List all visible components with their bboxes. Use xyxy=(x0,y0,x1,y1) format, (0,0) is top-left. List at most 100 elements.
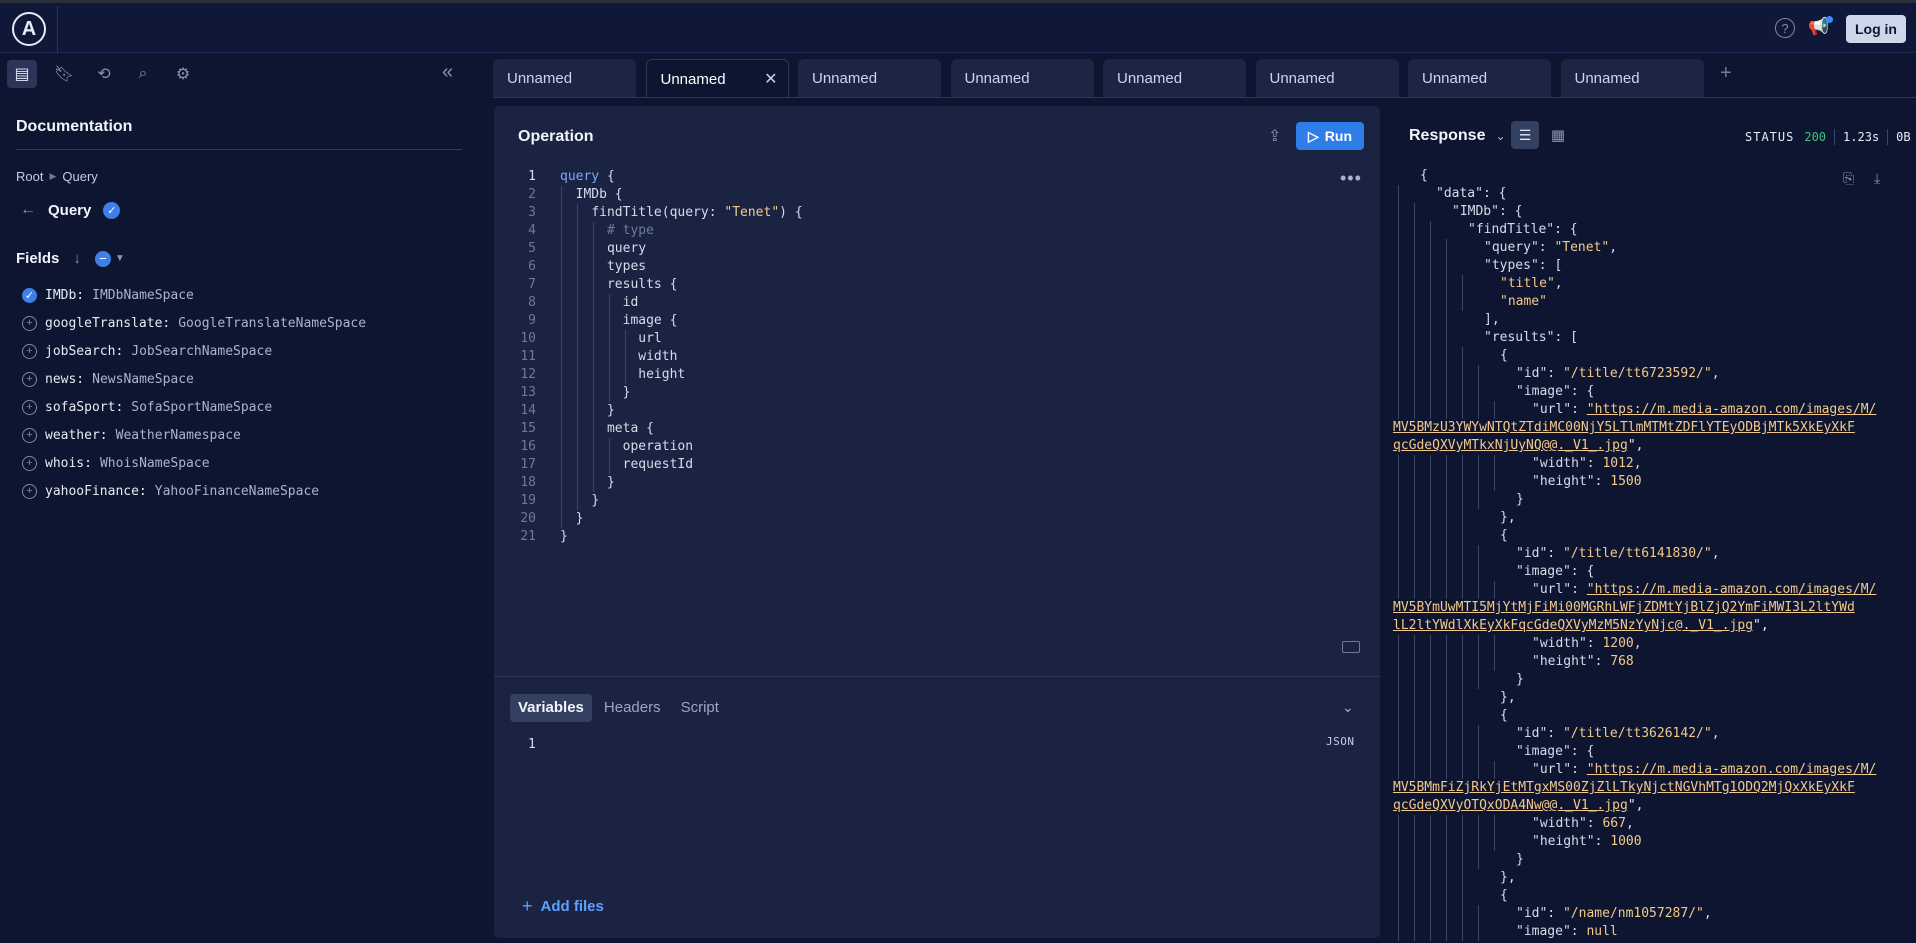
field-item[interactable]: + jobSearch: JobSearchNameSpace xyxy=(22,337,366,365)
tab-unnamed[interactable]: Unnamed xyxy=(1255,59,1399,97)
apollo-logo[interactable]: A xyxy=(12,12,46,46)
image-url-link[interactable]: "https://m.media-amazon.com/images/M/ xyxy=(1587,762,1877,777)
search-icon[interactable]: ⌕ xyxy=(128,60,158,88)
image-url-link[interactable]: lL2ltYWdlXkEyXkFqcGdeQXVyMzM5NzYyNjc@._V… xyxy=(1393,618,1753,633)
tab-unnamed[interactable]: Unnamed ✕ xyxy=(645,59,789,97)
help-icon[interactable]: ? xyxy=(1775,18,1795,38)
image-url-link[interactable]: MV5BMmFiZjRkYjEtMTgxMS00ZjZlLTkyNjctNGVh… xyxy=(1393,780,1855,795)
line-number: 3 xyxy=(528,205,536,220)
image-url-link[interactable]: "https://m.media-amazon.com/images/M/ xyxy=(1587,402,1877,417)
field-item[interactable]: + news: NewsNameSpace xyxy=(22,365,366,393)
tab-unnamed[interactable]: Unnamed xyxy=(1103,59,1246,97)
doc-title: Documentation xyxy=(16,118,133,135)
line-number: 17 xyxy=(520,457,536,472)
breadcrumb-root[interactable]: Root xyxy=(16,169,43,184)
check-icon[interactable]: ✓ xyxy=(103,201,121,219)
indent-guide xyxy=(1478,743,1479,761)
bookmark-icon[interactable]: 🔖︎ xyxy=(49,60,79,88)
image-url-link[interactable]: qcGdeQXVyOTQxODA4Nw@@._V1_.jpg xyxy=(1393,798,1628,813)
add-tab-icon[interactable]: + xyxy=(1720,62,1732,85)
tab-headers[interactable]: Headers xyxy=(596,694,669,722)
fields-select-toggle[interactable]: − ▼ xyxy=(94,250,125,267)
add-files-button[interactable]: + Add files xyxy=(522,896,604,917)
history-icon[interactable]: ⟲ xyxy=(89,60,119,88)
check-icon[interactable]: ✓ xyxy=(22,287,37,303)
variables-editor[interactable]: 1 xyxy=(528,737,536,752)
indent-guide xyxy=(1430,383,1431,401)
tab-label: Unnamed xyxy=(1422,70,1488,87)
indent-guide xyxy=(1398,401,1399,419)
tab-unnamed[interactable]: Unnamed xyxy=(493,59,636,97)
indent-guide xyxy=(1414,851,1415,869)
indent-guide xyxy=(1462,491,1463,509)
field-name: googleTranslate: xyxy=(45,315,171,331)
field-type[interactable]: WhoisNameSpace xyxy=(100,456,210,471)
close-icon[interactable]: ✕ xyxy=(764,69,777,89)
share-icon[interactable]: ⇪ xyxy=(1268,126,1281,146)
indent-guide xyxy=(1430,329,1431,347)
plus-circle-icon[interactable]: + xyxy=(22,343,37,359)
tab-unnamed[interactable]: Unnamed xyxy=(798,59,941,97)
tab-unnamed[interactable]: Unnamed xyxy=(950,59,1094,97)
json-line: "url": "https://m.media-amazon.com/image… xyxy=(1398,401,1900,419)
indent-guide xyxy=(1462,527,1463,545)
run-button[interactable]: ▷ Run xyxy=(1296,122,1364,150)
json-view-icon[interactable]: ☰ xyxy=(1511,121,1539,149)
image-url-link[interactable]: "https://m.media-amazon.com/images/M/ xyxy=(1587,582,1877,597)
indent-guide xyxy=(1462,545,1463,563)
indent-guide xyxy=(1430,365,1431,383)
field-item[interactable]: + googleTranslate: GoogleTranslateNameSpac… xyxy=(22,309,366,337)
tab-variables[interactable]: Variables xyxy=(510,694,592,722)
field-type[interactable]: IMDbNameSpace xyxy=(92,288,194,303)
json-key: }, xyxy=(1500,510,1516,525)
plus-circle-icon[interactable]: + xyxy=(22,371,37,387)
field-type[interactable]: GoogleTranslateNameSpace xyxy=(178,316,366,331)
back-arrow-icon[interactable]: ← xyxy=(20,201,36,219)
tab-unnamed[interactable]: Unnamed xyxy=(1560,59,1704,97)
indent-guide xyxy=(1414,869,1415,887)
image-url-link[interactable]: MV5BYmUwMTI5MjYtMjFiMi00MGRhLWFjZDMtYjBl… xyxy=(1393,600,1855,615)
sort-arrow-icon[interactable]: ↓ xyxy=(73,250,81,267)
image-url-link[interactable]: MV5BMzU3YWYwNTQtZTdiMC00NjY5LTlmMTMtZDFl… xyxy=(1393,420,1855,435)
field-item[interactable]: + whois: WhoisNameSpace xyxy=(22,449,366,477)
chevron-collapse-icon[interactable]: ⌄ xyxy=(1342,699,1354,716)
indent-guide xyxy=(1414,671,1415,689)
field-type[interactable]: YahooFinanceNameSpace xyxy=(155,484,319,499)
field-type[interactable]: SofaSportNameSpace xyxy=(131,400,272,415)
field-type[interactable]: JobSearchNameSpace xyxy=(131,344,272,359)
indent-guide xyxy=(1398,653,1399,671)
line-number: 15 xyxy=(520,421,536,436)
field-item[interactable]: ✓ IMDb: IMDbNameSpace xyxy=(22,281,366,309)
indent-guide xyxy=(1478,833,1479,851)
plus-circle-icon[interactable]: + xyxy=(22,427,37,443)
gear-icon[interactable]: ⚙ xyxy=(168,60,198,88)
indent-guide xyxy=(1462,923,1463,941)
plus-circle-icon[interactable]: + xyxy=(22,483,37,499)
plus-circle-icon[interactable]: + xyxy=(22,455,37,471)
code-text: id xyxy=(622,295,639,310)
field-item[interactable]: + yahooFinance: YahooFinanceNameSpace xyxy=(22,477,366,505)
field-item[interactable]: + weather: WeatherNamespace xyxy=(22,421,366,449)
code-text: query { xyxy=(560,169,615,184)
breadcrumb-query[interactable]: Query xyxy=(62,169,97,184)
table-view-icon[interactable]: ▦ xyxy=(1546,123,1570,147)
response-title-dropdown[interactable]: Response ⌄ xyxy=(1409,127,1506,145)
tab-script[interactable]: Script xyxy=(673,694,727,722)
field-item[interactable]: + sofaSport: SofaSportNameSpace xyxy=(22,393,366,421)
operation-editor[interactable]: 1 query {2 IMDb {3 findTitle(query: "Tene… xyxy=(494,168,1374,546)
json-line: } xyxy=(1398,491,1900,509)
json-line: "query": "Tenet", xyxy=(1398,239,1900,257)
indent-guide xyxy=(1494,581,1495,599)
tab-unnamed[interactable]: Unnamed xyxy=(1408,59,1551,97)
field-type[interactable]: NewsNameSpace xyxy=(92,372,194,387)
field-type[interactable]: WeatherNamespace xyxy=(116,428,241,443)
json-line: MV5BMzU3YWYwNTQtZTdiMC00NjY5LTlmMTMtZDFl… xyxy=(1393,419,1900,437)
plus-circle-icon[interactable]: + xyxy=(22,399,37,415)
collapse-sidebar-icon[interactable]: « xyxy=(442,61,453,84)
documentation-icon[interactable]: ▤ xyxy=(7,60,37,88)
login-button[interactable]: Log in xyxy=(1846,15,1906,43)
plus-circle-icon[interactable]: + xyxy=(22,315,37,331)
image-url-link[interactable]: qcGdeQXVyMTkxNjUyNQ@@._V1_.jpg xyxy=(1393,438,1628,453)
indent-guide xyxy=(1398,815,1399,833)
keyboard-shortcuts-icon[interactable] xyxy=(1342,641,1360,653)
